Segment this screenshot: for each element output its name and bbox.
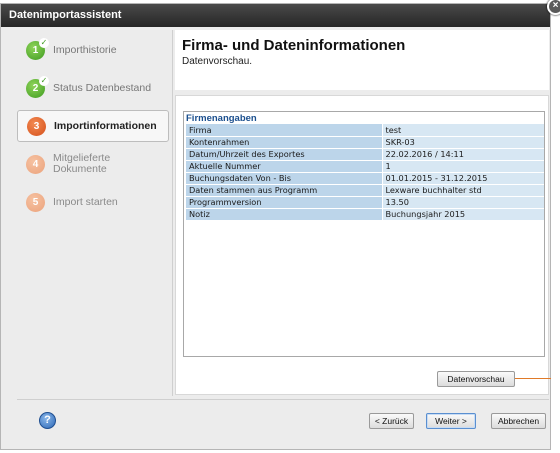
step-importinformationen[interactable]: 3 Importinformationen — [17, 110, 169, 142]
step-label: Importinformationen — [54, 119, 157, 132]
row-key: Firma — [186, 124, 383, 137]
table-row: Notiz Buchungsjahr 2015 — [186, 208, 544, 221]
row-value: 1 — [382, 160, 544, 173]
page-subtitle: Datenvorschau. — [182, 56, 253, 67]
footer-divider — [17, 399, 549, 400]
row-value: test — [382, 124, 544, 137]
step-mitgelieferte-dokumente[interactable]: 4 Mitgelieferte Dokumente — [17, 148, 169, 180]
step-label: Mitgelieferte Dokumente — [53, 152, 111, 175]
row-key: Kontenrahmen — [186, 136, 383, 149]
row-key: Notiz — [186, 208, 383, 221]
row-value: 13.50 — [382, 196, 544, 209]
table-row: Datum/Uhrzeit des Exportes 22.02.2016 / 1… — [186, 148, 544, 161]
step-label: Importhistorie — [53, 43, 117, 56]
step-sidebar: 1 ✓ Importhistorie 2 ✓ Status Datenbestand… — [17, 34, 169, 390]
table-row: Kontenrahmen SKR-03 — [186, 136, 544, 149]
sidebar-divider — [172, 30, 173, 396]
close-icon[interactable]: × — [547, 0, 560, 15]
step-number-badge: 5 — [26, 192, 45, 212]
step-number-badge: 3 — [27, 116, 46, 136]
row-value: Buchungsjahr 2015 — [382, 208, 544, 221]
step-number-badge: 4 — [26, 154, 45, 174]
step-status-datenbestand[interactable]: 2 ✓ Status Datenbestand — [17, 72, 169, 104]
back-button[interactable]: < Zurück — [369, 413, 414, 429]
callout-line — [515, 378, 551, 379]
step-import-starten[interactable]: 5 Import starten — [17, 186, 169, 218]
row-key: Aktuelle Nummer — [186, 160, 383, 173]
row-key: Programmversion — [186, 196, 383, 209]
step-number-badge: 1 ✓ — [26, 37, 49, 60]
row-value: Lexware buchhalter std — [382, 184, 544, 197]
row-value: 01.01.2015 - 31.12.2015 — [382, 172, 544, 185]
row-key: Daten stammen aus Programm — [186, 184, 383, 197]
window-title: Datenimportassistent — [9, 9, 122, 21]
step-label: Import starten — [53, 195, 118, 208]
page-header: Firma- und Dateninformationen Datenvorsc… — [175, 30, 549, 90]
row-value: SKR-03 — [382, 136, 544, 149]
table-row: Aktuelle Nummer 1 — [186, 160, 544, 173]
page-title: Firma- und Dateninformationen — [182, 37, 406, 54]
panel-heading: Firmenangaben — [186, 113, 257, 124]
company-info-table: Firma test Kontenrahmen SKR-03 Datum/Uhrze… — [186, 124, 544, 221]
step-number-badge: 2 ✓ — [26, 75, 49, 98]
table-row: Buchungsdaten Von - Bis 01.01.2015 - 31.1… — [186, 172, 544, 185]
row-value: 22.02.2016 / 14:11 — [382, 148, 544, 161]
row-key: Datum/Uhrzeit des Exportes — [186, 148, 383, 161]
row-key: Buchungsdaten Von - Bis — [186, 172, 383, 185]
help-icon[interactable]: ? — [39, 412, 56, 429]
table-row: Programmversion 13.50 — [186, 196, 544, 209]
check-icon: ✓ — [39, 37, 49, 48]
cancel-button[interactable]: Abbrechen — [491, 413, 546, 429]
step-label: Status Datenbestand — [53, 81, 152, 94]
table-row: Firma test — [186, 124, 544, 137]
preview-button[interactable]: Datenvorschau — [437, 371, 515, 387]
title-bar: Datenimportassistent — [1, 4, 550, 27]
next-button[interactable]: Weiter > — [426, 413, 476, 429]
check-icon: ✓ — [39, 75, 49, 86]
step-importhistorie[interactable]: 1 ✓ Importhistorie — [17, 34, 169, 66]
table-row: Daten stammen aus Programm Lexware buchha… — [186, 184, 544, 197]
